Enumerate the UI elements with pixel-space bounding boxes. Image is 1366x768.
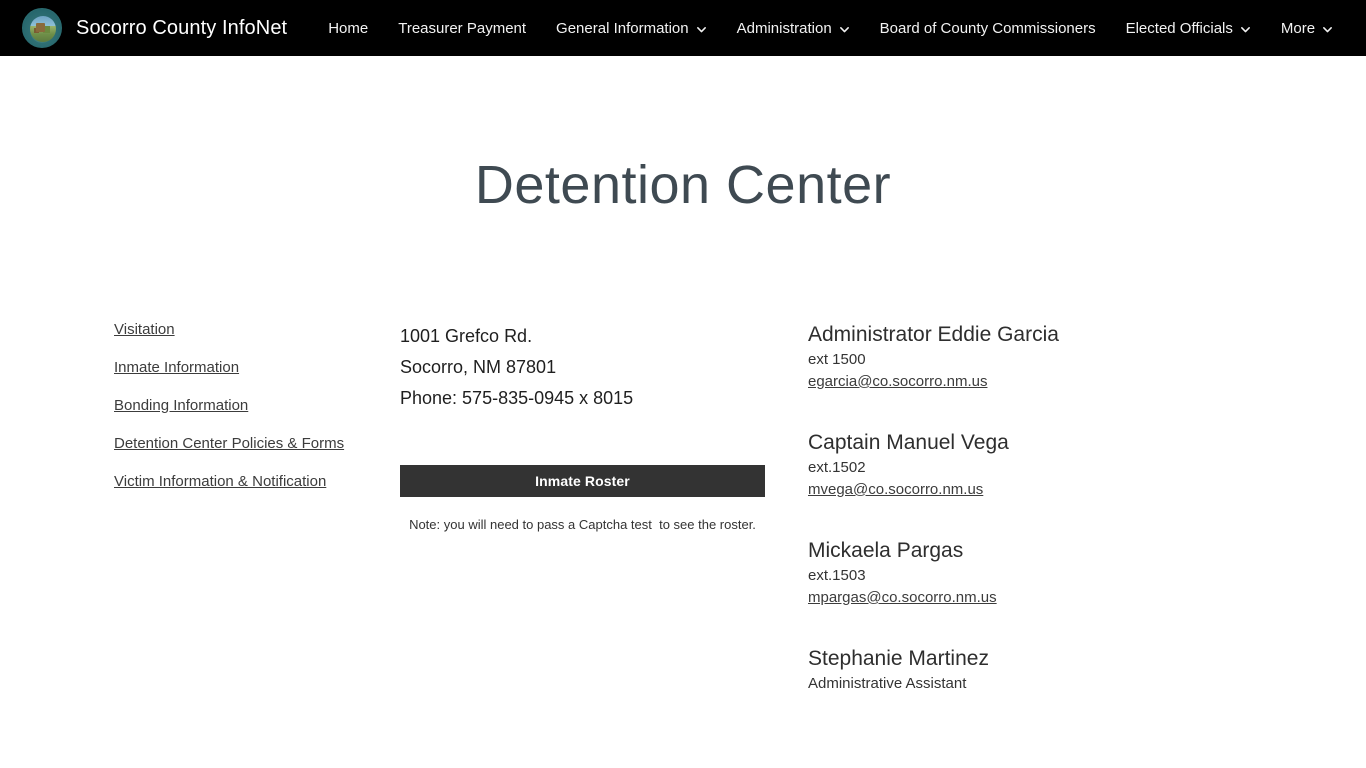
county-seal-icon [22, 8, 62, 48]
brand-home-link[interactable]: Socorro County InfoNet [22, 8, 287, 48]
top-navigation-bar: Socorro County InfoNet Home Treasurer Pa… [0, 0, 1366, 56]
roster-captcha-note: Note: you will need to pass a Captcha te… [409, 516, 756, 532]
nav-item-label: Home [328, 19, 369, 37]
staff-email-link[interactable]: mvega@co.socorro.nm.us [808, 479, 983, 501]
staff-extension: ext.1503 [808, 566, 866, 584]
staff-extension: ext 1500 [808, 350, 866, 368]
staff-entry: Mickaela Pargas ext.1503 mpargas@co.soco… [808, 537, 1260, 609]
staff-name: Mickaela Pargas [808, 538, 964, 562]
nav-item-board-of-county-commissioners[interactable]: Board of County Commissioners [865, 0, 1111, 56]
nav-item-label: Treasurer Payment [398, 19, 527, 37]
address-line-phone: Phone: 575-835-0945 x 8015 [400, 387, 634, 408]
sidebar-item-visitation[interactable]: Visitation [114, 321, 175, 338]
inmate-roster-button[interactable]: Inmate Roster [400, 464, 765, 497]
chevron-down-icon [696, 24, 707, 35]
nav-item-label: Board of County Commissioners [879, 19, 1096, 37]
nav-item-label: General Information [556, 19, 689, 37]
staff-email-link[interactable]: mpargas@co.socorro.nm.us [808, 587, 997, 609]
nav-item-general-information[interactable]: General Information [541, 0, 722, 56]
nav-item-home[interactable]: Home [313, 0, 383, 56]
staff-name: Administrator Eddie Garcia [808, 322, 1059, 346]
nav-item-label: Administration [736, 19, 832, 37]
staff-role: Administrative Assistant [808, 674, 967, 692]
sidebar-item-victim-information-notification[interactable]: Victim Information & Notification [114, 473, 326, 490]
nav-item-elected-officials[interactable]: Elected Officials [1111, 0, 1266, 56]
primary-nav: Home Treasurer Payment General Informati… [313, 0, 1348, 56]
staff-entry: Stephanie Martinez Administrative Assist… [808, 645, 1260, 695]
staff-directory-column: Administrator Eddie Garcia ext 1500 egar… [794, 321, 1260, 695]
nav-item-label: More [1280, 19, 1316, 37]
address-line-city-state-zip: Socorro, NM 87801 [400, 356, 557, 377]
chevron-down-icon [839, 24, 850, 35]
staff-email-link[interactable]: egarcia@co.socorro.nm.us [808, 371, 987, 393]
sidebar-item-inmate-information[interactable]: Inmate Information [114, 359, 239, 376]
staff-name: Captain Manuel Vega [808, 430, 1009, 454]
chevron-down-icon [1322, 24, 1333, 35]
staff-extension: ext.1502 [808, 458, 866, 476]
page-content: Detention Center Visitation Inmate Infor… [0, 56, 1366, 695]
contact-column: 1001 Grefco Rd. Socorro, NM 87801 Phone:… [400, 321, 794, 532]
staff-entry: Captain Manuel Vega ext.1502 mvega@co.so… [808, 429, 1260, 501]
page-title: Detention Center [474, 155, 892, 215]
content-columns: Visitation Inmate Information Bonding In… [0, 218, 1366, 695]
chevron-down-icon [1240, 24, 1251, 35]
staff-name: Stephanie Martinez [808, 646, 989, 670]
sidebar-item-detention-center-policies-forms[interactable]: Detention Center Policies & Forms [114, 435, 344, 452]
nav-item-label: Elected Officials [1125, 19, 1233, 37]
brand-title: Socorro County InfoNet [76, 16, 288, 39]
sidebar-links-column: Visitation Inmate Information Bonding In… [0, 321, 400, 490]
nav-item-treasurer-payment[interactable]: Treasurer Payment [383, 0, 541, 56]
nav-item-more[interactable]: More [1266, 0, 1348, 56]
nav-item-administration[interactable]: Administration [722, 0, 865, 56]
address-line-street: 1001 Grefco Rd. [400, 325, 533, 346]
staff-entry: Administrator Eddie Garcia ext 1500 egar… [808, 321, 1260, 393]
sidebar-item-bonding-information[interactable]: Bonding Information [114, 397, 248, 414]
